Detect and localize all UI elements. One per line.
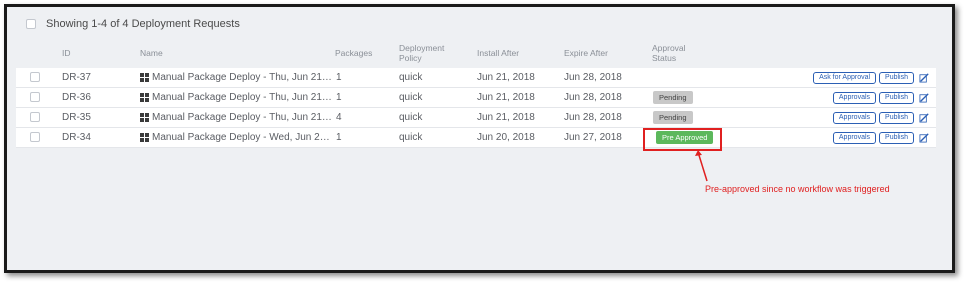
- row-packages: 4: [336, 112, 342, 123]
- highlight-box: [643, 128, 722, 151]
- row-checkbox[interactable]: [30, 92, 40, 102]
- column-approval-status-line2: Status: [652, 53, 677, 63]
- column-deployment-policy-line2: Policy: [399, 53, 422, 63]
- row-expire-after: Jun 28, 2018: [564, 112, 622, 123]
- publish-button[interactable]: Publish: [879, 111, 914, 124]
- row-install-after: Jun 20, 2018: [477, 132, 535, 143]
- row-checkbox[interactable]: [30, 132, 40, 142]
- column-install-after[interactable]: Install After: [477, 38, 519, 68]
- ask-for-approval-button[interactable]: Ask for Approval: [813, 71, 877, 84]
- status-badge: Pending: [653, 91, 693, 104]
- table-row[interactable]: DR-35 Manual Package Deploy - Thu, Jun 2…: [16, 108, 936, 128]
- row-id: DR-35: [62, 112, 91, 123]
- column-id[interactable]: ID: [62, 38, 71, 68]
- list-header: Showing 1-4 of 4 Deployment Requests: [26, 16, 240, 32]
- row-id: DR-37: [62, 72, 91, 83]
- showing-count: Showing 1-4 of 4 Deployment Requests: [46, 18, 240, 30]
- row-name-text: Manual Package Deploy - Thu, Jun 21, ...: [152, 92, 332, 103]
- row-policy: quick: [399, 112, 423, 123]
- publish-button[interactable]: Publish: [879, 91, 914, 104]
- row-expire-after: Jun 28, 2018: [564, 92, 622, 103]
- row-packages: 1: [336, 92, 342, 103]
- approvals-button[interactable]: Approvals: [832, 131, 877, 144]
- publish-button[interactable]: Publish: [879, 131, 914, 144]
- status-badge: Pending: [653, 111, 693, 124]
- row-install-after: Jun 21, 2018: [477, 112, 535, 123]
- row-name[interactable]: Manual Package Deploy - Thu, Jun 21, ...: [140, 108, 332, 127]
- row-name-text: Manual Package Deploy - Thu, Jun 21, ...: [152, 112, 332, 123]
- row-id: DR-36: [62, 92, 91, 103]
- row-policy: quick: [399, 92, 423, 103]
- row-policy: quick: [399, 132, 423, 143]
- windows-icon: [140, 133, 149, 142]
- row-install-after: Jun 21, 2018: [477, 92, 535, 103]
- row-checkbox[interactable]: [30, 72, 40, 82]
- row-actions: Approvals Publish: [832, 108, 930, 127]
- approvals-button[interactable]: Approvals: [832, 91, 877, 104]
- windows-icon: [140, 113, 149, 122]
- column-expire-after[interactable]: Expire After: [564, 38, 608, 68]
- row-expire-after: Jun 27, 2018: [564, 132, 622, 143]
- row-actions: Approvals Publish: [832, 128, 930, 147]
- edit-icon[interactable]: [919, 72, 930, 83]
- row-approval-status: Pending: [653, 88, 693, 107]
- row-name[interactable]: Manual Package Deploy - Wed, Jun 20...: [140, 128, 332, 147]
- row-expire-after: Jun 28, 2018: [564, 72, 622, 83]
- row-policy: quick: [399, 72, 423, 83]
- column-deployment-policy[interactable]: Deployment Policy: [399, 38, 444, 68]
- column-approval-status-line1: Approval: [652, 43, 686, 53]
- publish-button[interactable]: Publish: [879, 71, 914, 84]
- table-row[interactable]: DR-34 Manual Package Deploy - Wed, Jun 2…: [16, 128, 936, 148]
- edit-icon[interactable]: [919, 112, 930, 123]
- row-name[interactable]: Manual Package Deploy - Thu, Jun 21, ...: [140, 88, 332, 107]
- row-name[interactable]: Manual Package Deploy - Thu, Jun 21, ...: [140, 68, 332, 87]
- edit-icon[interactable]: [919, 132, 930, 143]
- table-header: ID Name Packages Deployment Policy Insta…: [16, 38, 936, 68]
- windows-icon: [140, 93, 149, 102]
- row-actions: Approvals Publish: [832, 88, 930, 107]
- table-row[interactable]: DR-37 Manual Package Deploy - Thu, Jun 2…: [16, 68, 936, 88]
- column-packages[interactable]: Packages: [335, 38, 372, 68]
- select-all-checkbox[interactable]: [26, 19, 36, 29]
- row-packages: 1: [336, 132, 342, 143]
- row-name-text: Manual Package Deploy - Thu, Jun 21, ...: [152, 72, 332, 83]
- deployment-requests-table: ID Name Packages Deployment Policy Insta…: [16, 38, 936, 148]
- column-deployment-policy-line1: Deployment: [399, 43, 445, 53]
- column-name[interactable]: Name: [140, 38, 163, 68]
- row-id: DR-34: [62, 132, 91, 143]
- row-approval-status: Pending: [653, 108, 693, 127]
- column-approval-status[interactable]: Approval Status: [652, 38, 686, 68]
- row-packages: 1: [336, 72, 342, 83]
- edit-icon[interactable]: [919, 92, 930, 103]
- row-name-text: Manual Package Deploy - Wed, Jun 20...: [152, 132, 332, 143]
- table-row[interactable]: DR-36 Manual Package Deploy - Thu, Jun 2…: [16, 88, 936, 108]
- annotation-arrow: [695, 150, 708, 182]
- row-actions: Ask for Approval Publish: [813, 68, 930, 87]
- row-install-after: Jun 21, 2018: [477, 72, 535, 83]
- row-checkbox[interactable]: [30, 112, 40, 122]
- annotation-text: Pre-approved since no workflow was trigg…: [705, 184, 890, 194]
- windows-icon: [140, 73, 149, 82]
- approvals-button[interactable]: Approvals: [832, 111, 877, 124]
